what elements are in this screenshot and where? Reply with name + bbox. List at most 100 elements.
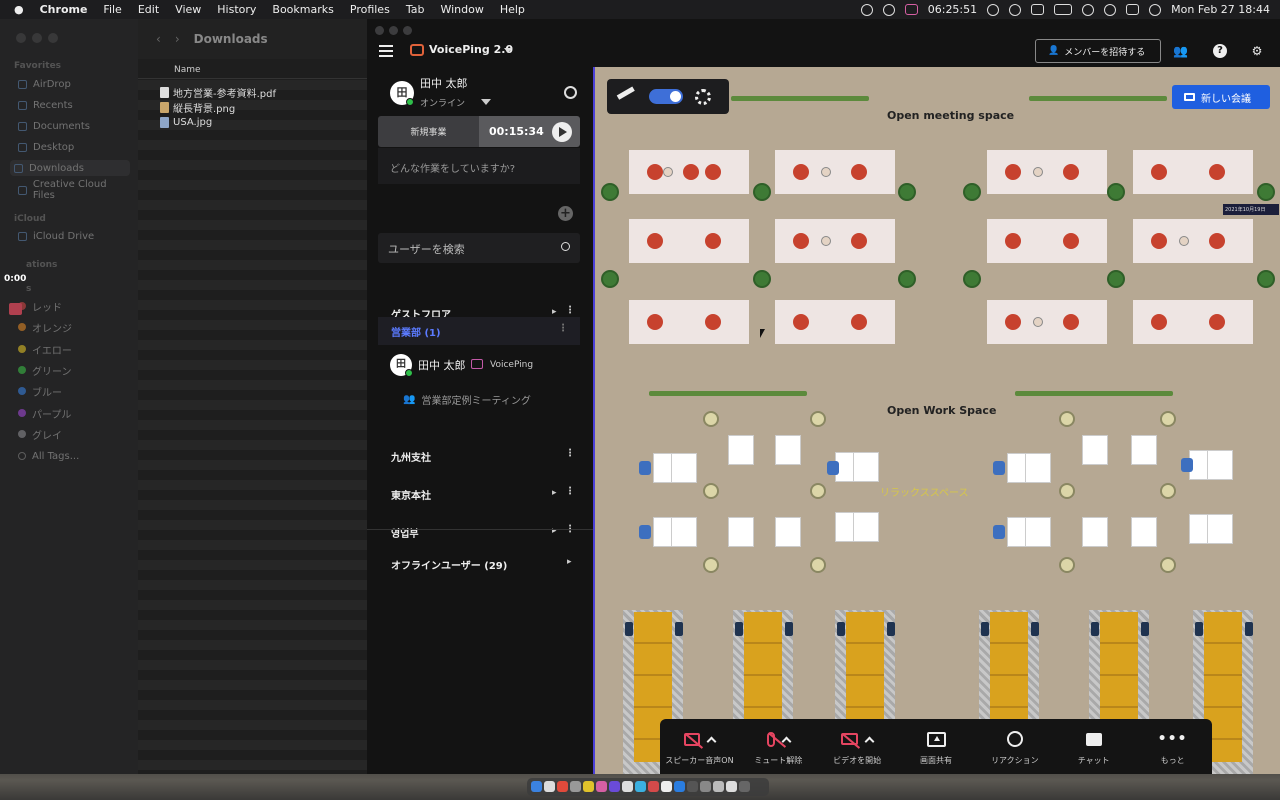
sidebar-item-recents[interactable]: Recents xyxy=(14,97,130,113)
screen-share-icon[interactable] xyxy=(926,731,946,747)
tag-blue[interactable]: ブルー xyxy=(14,383,130,399)
dock-app-icon[interactable] xyxy=(687,781,698,792)
input-method-icon[interactable] xyxy=(1031,4,1045,15)
file-row[interactable]: 地方営業-参考資料.pdf xyxy=(160,85,276,100)
task-name[interactable]: 新規事業 xyxy=(378,116,479,147)
stopwatch-icon[interactable] xyxy=(564,86,577,99)
user-seat-icon[interactable] xyxy=(1033,317,1043,327)
dock-app-icon[interactable] xyxy=(648,781,659,792)
gear-icon[interactable]: ⚙ xyxy=(1250,44,1264,58)
dock-app-icon[interactable] xyxy=(622,781,633,792)
work-desk[interactable] xyxy=(775,435,801,465)
menu-profiles[interactable]: Profiles xyxy=(350,3,390,16)
desk-chair[interactable] xyxy=(639,525,651,539)
work-desk[interactable] xyxy=(1131,517,1157,547)
meeting-room[interactable]: 👥 営業部定例ミーティング xyxy=(403,392,531,407)
tag-orange[interactable]: オレンジ xyxy=(14,319,130,335)
chair[interactable] xyxy=(705,233,721,249)
file-row[interactable]: 縦長背景.png xyxy=(160,100,235,115)
chair[interactable] xyxy=(981,622,989,636)
work-desk[interactable] xyxy=(775,517,801,547)
chair[interactable] xyxy=(1091,622,1099,636)
sidebar-item-creative-cloud[interactable]: Creative Cloud Files xyxy=(14,179,130,201)
user-seat-icon[interactable] xyxy=(663,167,673,177)
chair[interactable] xyxy=(1245,622,1253,636)
work-desk[interactable] xyxy=(1025,517,1051,547)
user-seat-icon[interactable] xyxy=(1179,236,1189,246)
help-icon[interactable]: ? xyxy=(1213,44,1227,58)
work-desk[interactable] xyxy=(1207,450,1233,480)
kebab-menu-icon[interactable]: ⋮ xyxy=(565,486,575,497)
back-icon[interactable]: ‹ xyxy=(156,32,161,46)
work-desk[interactable] xyxy=(671,453,697,483)
dock-app-icon[interactable] xyxy=(739,781,750,792)
speaker-muted-icon[interactable] xyxy=(683,732,700,746)
work-desk[interactable] xyxy=(1082,517,1108,547)
new-meeting-button[interactable]: 新しい会議 xyxy=(1172,85,1270,109)
column-header-name[interactable]: Name xyxy=(138,59,370,79)
sidebar-item-documents[interactable]: Documents xyxy=(14,118,130,134)
chevron-right-icon[interactable]: ▸ xyxy=(567,557,572,567)
desk-chair[interactable] xyxy=(639,461,651,475)
member-name[interactable]: 田中 太郎 xyxy=(418,357,466,373)
dock-app-icon[interactable] xyxy=(661,781,672,792)
zoom-window-button[interactable] xyxy=(403,26,412,35)
voiceping-tray-icon[interactable] xyxy=(904,4,918,15)
menu-app-name[interactable]: Chrome xyxy=(40,3,88,16)
dock-app-icon[interactable] xyxy=(726,781,737,792)
chair[interactable] xyxy=(1209,233,1225,249)
user-seat-icon[interactable] xyxy=(1033,167,1043,177)
siri-icon[interactable] xyxy=(1149,3,1162,16)
menu-edit[interactable]: Edit xyxy=(138,3,159,16)
work-desk[interactable] xyxy=(671,517,697,547)
chevron-right-icon[interactable]: ▸ xyxy=(552,488,557,498)
chair[interactable] xyxy=(1209,314,1225,330)
tag-all[interactable]: All Tags... xyxy=(14,448,130,464)
user-seat-icon[interactable] xyxy=(821,167,831,177)
tag-yellow[interactable]: イエロー xyxy=(14,341,130,357)
creative-cloud-icon[interactable] xyxy=(987,3,1000,16)
chair[interactable] xyxy=(1005,314,1021,330)
close-window-button[interactable] xyxy=(16,33,26,43)
battery-icon[interactable] xyxy=(1054,4,1073,15)
brightness-icon[interactable] xyxy=(882,3,895,16)
zoom-window-button[interactable] xyxy=(48,33,58,43)
mute-toggle[interactable]: ミュート解除 xyxy=(739,729,818,766)
dock-app-icon[interactable] xyxy=(557,781,568,792)
tray-timer[interactable]: 06:25:51 xyxy=(928,3,977,16)
group-korean-sales[interactable]: 영업부 xyxy=(391,525,419,540)
group-kyushu[interactable]: 九州支社 xyxy=(391,449,431,464)
group-sales[interactable]: 営業部 (1) xyxy=(391,324,441,339)
members-icon[interactable]: 👥 xyxy=(1173,44,1188,58)
speaker-toggle[interactable]: スピーカー音声ON xyxy=(660,729,739,766)
chair[interactable] xyxy=(1209,164,1225,180)
chevron-up-icon[interactable] xyxy=(864,736,875,746)
dock-app-icon[interactable] xyxy=(700,781,711,792)
chevron-right-icon[interactable]: ▸ xyxy=(552,307,557,317)
video-off-icon[interactable] xyxy=(841,733,859,745)
user-seat-icon[interactable] xyxy=(821,236,831,246)
chair[interactable] xyxy=(683,164,699,180)
menu-help[interactable]: Help xyxy=(500,3,525,16)
chair[interactable] xyxy=(1063,233,1079,249)
dock-app-icon[interactable] xyxy=(544,781,555,792)
work-desk[interactable] xyxy=(1025,453,1051,483)
menu-datetime[interactable]: Mon Feb 27 18:44 xyxy=(1171,3,1270,16)
work-desk[interactable] xyxy=(1082,435,1108,465)
map-settings-icon[interactable] xyxy=(695,88,711,105)
menu-window[interactable]: Window xyxy=(440,3,483,16)
room-sign[interactable]: 2021年10月19日 xyxy=(1223,204,1279,215)
invite-members-button[interactable]: 👤 メンバーを招待する xyxy=(1035,39,1161,63)
chair[interactable] xyxy=(851,233,867,249)
sidebar-item-airdrop[interactable]: AirDrop xyxy=(14,76,130,92)
menu-history[interactable]: History xyxy=(217,3,256,16)
chair[interactable] xyxy=(735,622,743,636)
menu-view[interactable]: View xyxy=(175,3,201,16)
menu-file[interactable]: File xyxy=(103,3,121,16)
tag-green[interactable]: グリーン xyxy=(14,362,130,378)
work-desk[interactable] xyxy=(1131,435,1157,465)
reaction-icon[interactable] xyxy=(1006,731,1023,747)
chair[interactable] xyxy=(793,314,809,330)
menu-bookmarks[interactable]: Bookmarks xyxy=(272,3,333,16)
chair[interactable] xyxy=(647,233,663,249)
